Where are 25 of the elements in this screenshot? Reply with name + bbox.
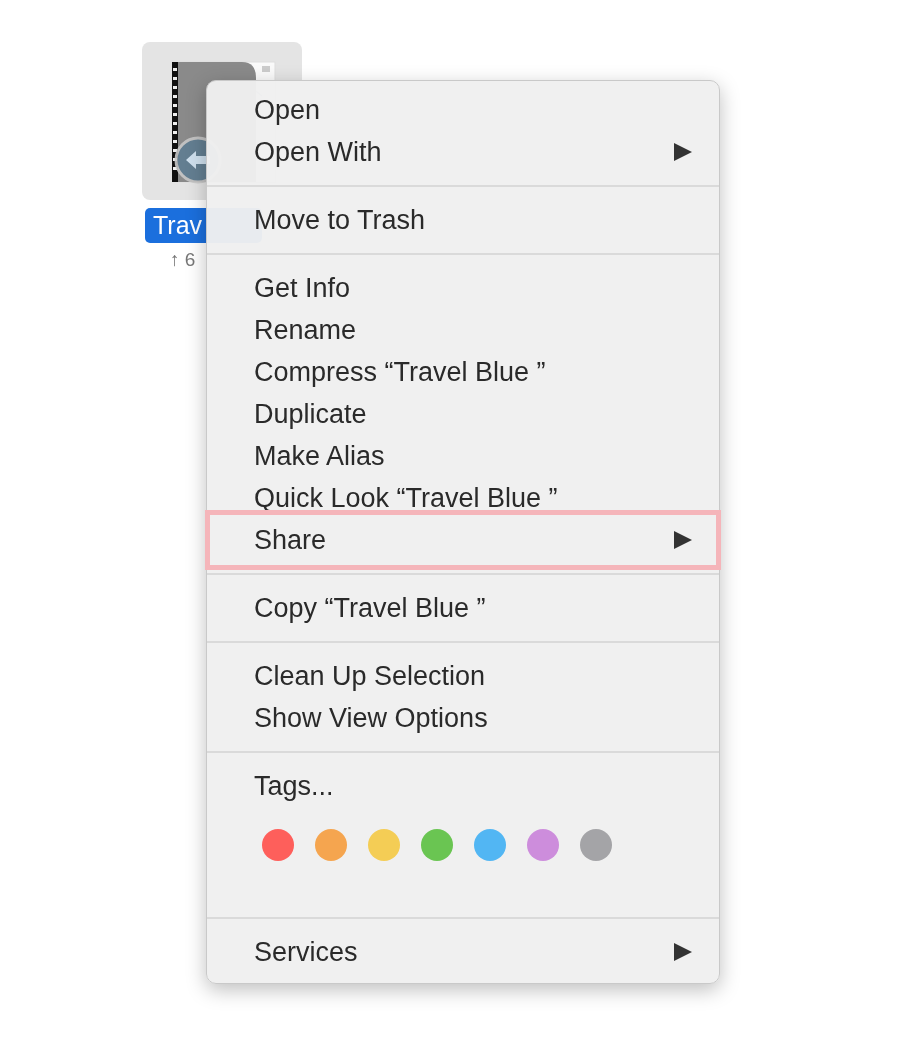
menu-item[interactable]: Rename (207, 309, 719, 351)
tag-color-dot[interactable] (421, 829, 453, 861)
file-info-text: ↑ 6 (170, 249, 196, 271)
menu-item[interactable]: Tags... (207, 765, 719, 807)
menu-item[interactable]: Make Alias (207, 435, 719, 477)
tag-color-dot[interactable] (580, 829, 612, 861)
tag-color-dot[interactable] (527, 829, 559, 861)
submenu-arrow-icon (673, 530, 693, 550)
tag-color-dot[interactable] (315, 829, 347, 861)
tag-color-dot[interactable] (368, 829, 400, 861)
submenu-arrow-icon (673, 942, 693, 962)
menu-item[interactable]: Open With (207, 131, 719, 173)
menu-item[interactable]: Duplicate (207, 393, 719, 435)
tag-color-dot[interactable] (262, 829, 294, 861)
tag-color-dot[interactable] (474, 829, 506, 861)
menu-item[interactable]: Quick Look “Travel Blue ” (207, 477, 719, 519)
submenu-arrow-icon (673, 142, 693, 162)
menu-item[interactable]: Share (214, 519, 712, 561)
menu-item[interactable]: Get Info (207, 267, 719, 309)
menu-item[interactable]: Clean Up Selection (207, 655, 719, 697)
menu-item[interactable]: Services (207, 931, 719, 973)
menu-item[interactable]: Compress “Travel Blue ” (207, 351, 719, 393)
menu-item[interactable]: Copy “Travel Blue ” (207, 587, 719, 629)
menu-item[interactable]: Open (207, 89, 719, 131)
menu-item[interactable]: Show View Options (207, 697, 719, 739)
